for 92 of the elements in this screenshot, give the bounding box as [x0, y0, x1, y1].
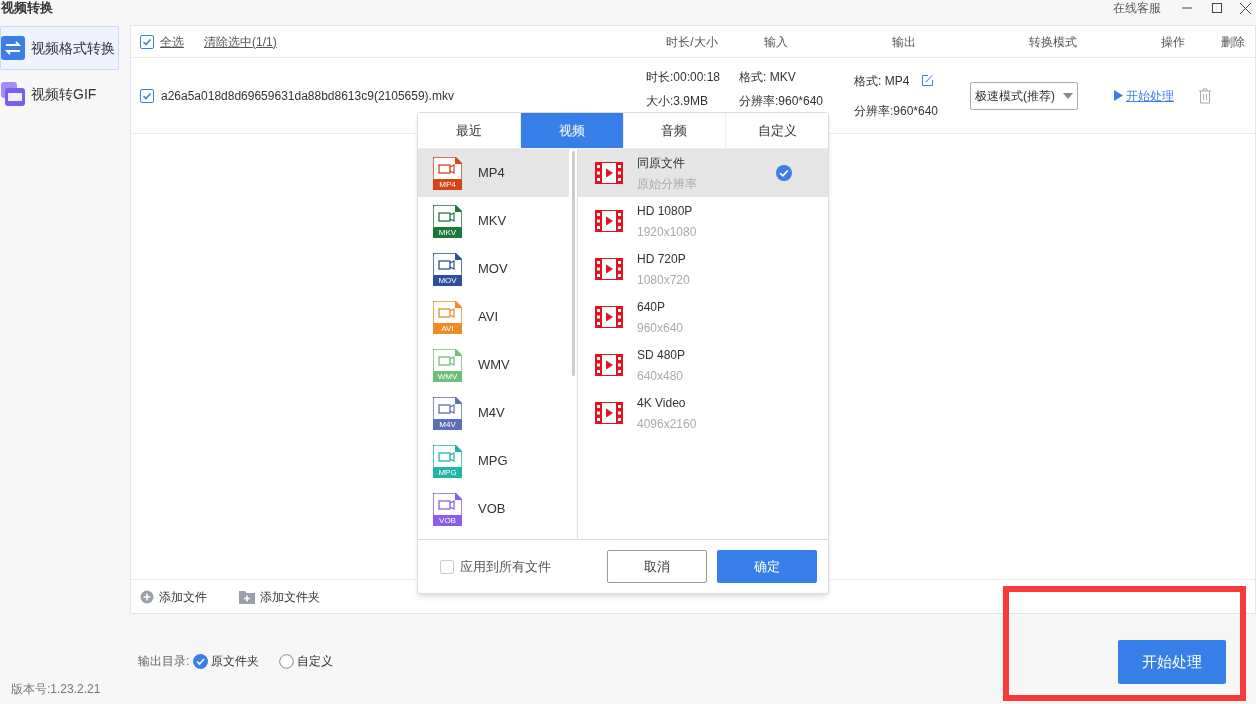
input-format: 格式: MKV — [739, 68, 797, 86]
gif-badge-icon — [1, 82, 25, 106]
file-name: a26a5a018d8d69659631da88bd8613c9(2105659).mkv — [161, 87, 455, 105]
preset-resolution: 1920x1080 — [637, 223, 698, 241]
film-icon — [595, 306, 623, 328]
format-item[interactable]: MOV MOV — [418, 245, 569, 293]
check-icon — [776, 165, 792, 181]
checkmark-icon — [142, 36, 152, 47]
file-icon: MKV — [433, 204, 462, 238]
column-header: 转换模式 — [1028, 33, 1078, 51]
preset-item[interactable]: 4K Video 4096x2160 — [578, 389, 828, 437]
column-header: 操作 — [1160, 33, 1186, 51]
swap-icon — [1, 36, 25, 60]
sidebar-item[interactable]: 视频格式转换 — [0, 26, 119, 70]
trash-icon[interactable] — [1198, 87, 1212, 104]
preset-name: 4K Video — [637, 394, 687, 412]
output-label: 输出目录: — [138, 653, 190, 670]
film-icon — [595, 258, 623, 280]
format-item[interactable]: VOB VOB — [418, 485, 569, 533]
preset-name: 同原文件 — [637, 154, 686, 172]
preset-item[interactable]: HD 720P 1080x720 — [578, 245, 828, 293]
file-icon: M4V — [433, 396, 462, 430]
mode-dropdown[interactable]: 极速模式(推荐) — [970, 81, 1078, 110]
preset-name: 640P — [637, 298, 667, 316]
preset-item[interactable]: SD 480P 640x480 — [578, 341, 828, 389]
select-all-link[interactable]: 全选 — [160, 32, 184, 51]
column-header: 输出 — [891, 33, 917, 51]
preset-name: SD 480P — [637, 346, 687, 364]
format-item[interactable]: MKV MKV — [418, 197, 569, 245]
start-button[interactable]: 开始处理 — [1118, 640, 1226, 684]
add-folder-button[interactable]: 添加文件夹 — [239, 587, 320, 606]
preset-item[interactable]: 640P 960x640 — [578, 293, 828, 341]
file-icon: MP4 — [433, 156, 462, 190]
film-icon — [595, 354, 623, 376]
duration-text: 时长:00:00:18 — [646, 68, 722, 86]
add-file-button[interactable]: 添加文件 — [140, 587, 207, 606]
film-icon — [595, 162, 623, 184]
format-item[interactable]: AVI AVI — [418, 293, 569, 341]
output-resolution: 分辨率:960*640 — [854, 102, 940, 120]
file-icon: AVI — [433, 300, 462, 334]
plus-circle-icon — [140, 589, 154, 604]
start-link[interactable]: 开始处理 — [1126, 86, 1174, 105]
film-icon — [595, 402, 623, 424]
file-icon: MOV — [433, 252, 462, 286]
radio-label: 自定义 — [297, 653, 334, 670]
version-text: 版本号:1.23.2.21 — [11, 681, 101, 698]
checkmark-icon — [142, 90, 152, 101]
folder-plus-icon — [239, 589, 255, 604]
format-item[interactable]: MP4 MP4 — [418, 149, 569, 197]
play-icon — [1114, 90, 1123, 101]
radio-button[interactable] — [279, 653, 295, 669]
column-header: 时长/大小 — [665, 33, 719, 51]
preset-name: HD 720P — [637, 250, 687, 268]
size-text: 大小:3.9MB — [646, 92, 709, 110]
file-icon: MPG — [433, 444, 462, 478]
file-icon: WMV — [433, 348, 462, 382]
format-tab[interactable]: 自定义 — [725, 113, 828, 148]
film-icon — [595, 210, 623, 232]
edit-icon[interactable] — [921, 74, 935, 87]
format-tab[interactable]: 最近 — [418, 113, 520, 148]
confirm-button[interactable]: 确定 — [717, 550, 817, 583]
radio-label: 原文件夹 — [211, 653, 260, 670]
column-header: 删除 — [1220, 33, 1246, 51]
apply-all-label: 应用到所有文件 — [460, 557, 551, 576]
radio-button[interactable] — [193, 653, 209, 669]
sidebar-item[interactable]: 视频转GIF — [0, 72, 119, 116]
preset-resolution: 960x640 — [637, 319, 685, 337]
preset-resolution: 4096x2160 — [637, 415, 698, 433]
checkbox[interactable] — [440, 559, 454, 574]
close-icon[interactable] — [1239, 1, 1252, 15]
preset-item[interactable]: HD 1080P 1920x1080 — [578, 197, 828, 245]
scrollbar[interactable] — [572, 151, 575, 376]
format-item[interactable]: M4V M4V — [418, 389, 569, 437]
clear-selection-link[interactable]: 清除选中(1/1) — [204, 32, 277, 51]
file-icon: VOB — [433, 492, 462, 526]
checkbox[interactable] — [140, 88, 154, 103]
output-format: 格式: MP4 — [854, 72, 910, 90]
input-resolution: 分辨率:960*640 — [739, 92, 825, 110]
maximize-icon[interactable] — [1211, 2, 1223, 14]
column-header: 输入 — [763, 33, 789, 51]
cancel-button[interactable]: 取消 — [607, 550, 707, 583]
checkbox[interactable] — [140, 34, 154, 49]
caret-icon — [1063, 92, 1073, 99]
preset-name: HD 1080P — [637, 202, 694, 220]
format-item[interactable]: MPG MPG — [418, 437, 569, 485]
window-title: 视频转换 — [1, 0, 53, 14]
preset-resolution: 640x480 — [637, 367, 685, 385]
format-tab[interactable]: 视频 — [519, 113, 623, 148]
preset-resolution: 1080x720 — [637, 271, 691, 289]
support-link[interactable]: 在线客服 — [1113, 0, 1161, 17]
format-tab[interactable]: 音频 — [622, 113, 726, 148]
format-item[interactable]: WMV WMV — [418, 341, 569, 389]
